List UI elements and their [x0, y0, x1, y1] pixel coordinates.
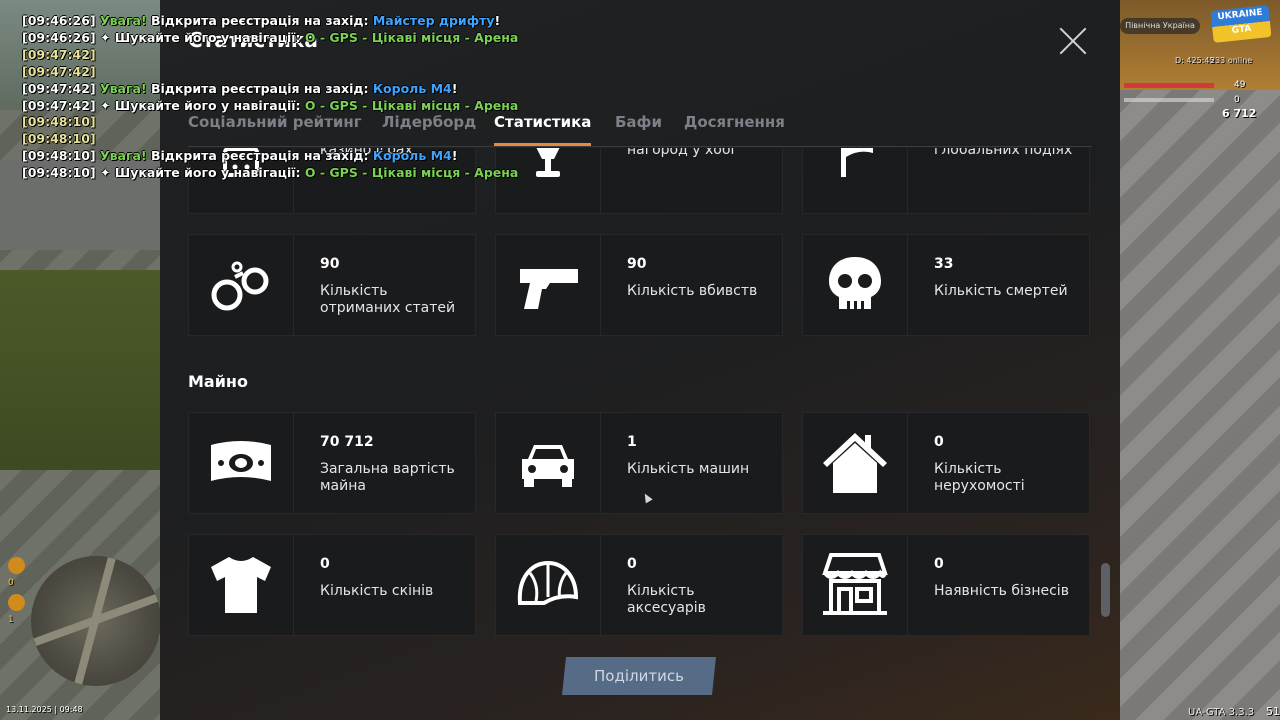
scrollbar-thumb[interactable] [1101, 563, 1110, 617]
armor-bar [1124, 98, 1214, 102]
chat-line: [09:48:10] ✦ Шукайте його у навігації: O… [22, 165, 519, 181]
tshirt-icon [189, 535, 294, 635]
stat-label: Кількість машин [627, 461, 750, 477]
stat-label: Кількість смертей [934, 283, 1068, 299]
close-button[interactable] [1058, 26, 1088, 56]
online-count: 233 online [1210, 56, 1253, 65]
health-value: 49 [1234, 80, 1246, 90]
version-label: UA-GTA 3.3.3 [1188, 707, 1255, 718]
chat-line: [09:47:42] [22, 46, 96, 62]
chat-line: [09:46:26] ✦ Шукайте його у навігації: O… [22, 29, 519, 45]
stat-card: 0 Кількість скінів [188, 534, 476, 636]
stat-label: Наявність бізнесів [934, 583, 1069, 599]
stat-label: Кількість вбивств [627, 283, 758, 299]
version-suffix: 51 [1266, 705, 1280, 718]
stat-card: Кількість участі у глобальних подіях [802, 148, 1090, 214]
share-button[interactable]: Поділитись [562, 657, 716, 695]
side-value-1: 0 [8, 578, 14, 588]
stat-label: Загальна сума нагород у хобі [627, 148, 735, 158]
chat-line: [09:47:42] ✦ Шукайте його у навігації: O… [22, 97, 519, 113]
chat-line: [09:48:10] [22, 131, 96, 147]
stat-label: Кількість отриманих статей [320, 283, 456, 316]
shop-icon [803, 535, 908, 635]
armor-value: 0 [1234, 95, 1240, 105]
star-icon [8, 594, 25, 611]
flag-icon [803, 148, 908, 213]
cap-icon [496, 535, 601, 635]
car-icon [496, 413, 601, 513]
side-value-2: 1 [8, 615, 14, 625]
grass-left [0, 270, 160, 470]
tab-achievements[interactable]: Досягнення [684, 113, 785, 131]
stat-label: Кількість участі у глобальних подіях [934, 148, 1073, 158]
stat-value: 90 [320, 256, 340, 272]
stat-label: Кількість скінів [320, 583, 434, 599]
stats-content: Кількість участі у казино іграх Загальна… [188, 148, 1092, 648]
stat-label: Кількість аксесуарів [627, 583, 706, 616]
stat-card: 70 712 Загальна вартість майна [188, 412, 476, 514]
server-logo: UKRAINE GTA [1210, 5, 1272, 43]
stat-value: 0 [934, 434, 944, 450]
stat-card: 0 Кількість аксесуарів [495, 534, 783, 636]
chat-line: [09:46:26] Увага! Відкрита реєстрація на… [22, 13, 501, 28]
stat-value: 1 [627, 434, 637, 450]
stat-value: 0 [320, 556, 330, 572]
stat-card: 90 Кількість вбивств [495, 234, 783, 336]
handcuffs-icon [189, 235, 294, 335]
stat-card: 1 Кількість машин [495, 412, 783, 514]
money-icon [189, 413, 294, 513]
stat-value: 0 [934, 556, 944, 572]
region-label: Північна Україна [1120, 18, 1200, 34]
stat-card: 0 Наявність бізнесів [802, 534, 1090, 636]
pistol-icon [496, 235, 601, 335]
stat-label: Кількість нерухомості [934, 461, 1025, 494]
stat-value: 0 [627, 556, 637, 572]
stat-card: 33 Кількість смертей [802, 234, 1090, 336]
stat-value: 70 712 [320, 434, 374, 450]
stat-card: 90 Кількість отриманих статей [188, 234, 476, 336]
chat-line: [09:48:10] [22, 114, 96, 130]
house-icon [803, 413, 908, 513]
stat-card: 0 Кількість нерухомості [802, 412, 1090, 514]
health-bar [1124, 83, 1214, 88]
tab-buffs[interactable]: Бафи [615, 113, 662, 131]
chat-log: [09:46:26] Увага! Відкрита реєстрація на… [22, 13, 582, 182]
date-time: 13.11.2025 | 09:48 [6, 705, 83, 714]
skull-icon [803, 235, 908, 335]
chat-line: [09:48:10] Увага! Відкрита реєстрація на… [22, 148, 458, 164]
wanted-icon [8, 557, 25, 574]
coords-readout: D: 425:45 [1175, 56, 1215, 65]
money-display: 6 712 [1222, 107, 1257, 120]
stat-value: 90 [627, 256, 647, 272]
stat-label: Загальна вартість майна [320, 461, 455, 494]
section-title-property: Майно [188, 372, 248, 391]
stat-value: 33 [934, 256, 954, 272]
chat-line: [09:47:42] [22, 63, 96, 79]
chat-line: [09:47:42] Увага! Відкрита реєстрація на… [22, 80, 458, 96]
minimap [31, 556, 161, 686]
